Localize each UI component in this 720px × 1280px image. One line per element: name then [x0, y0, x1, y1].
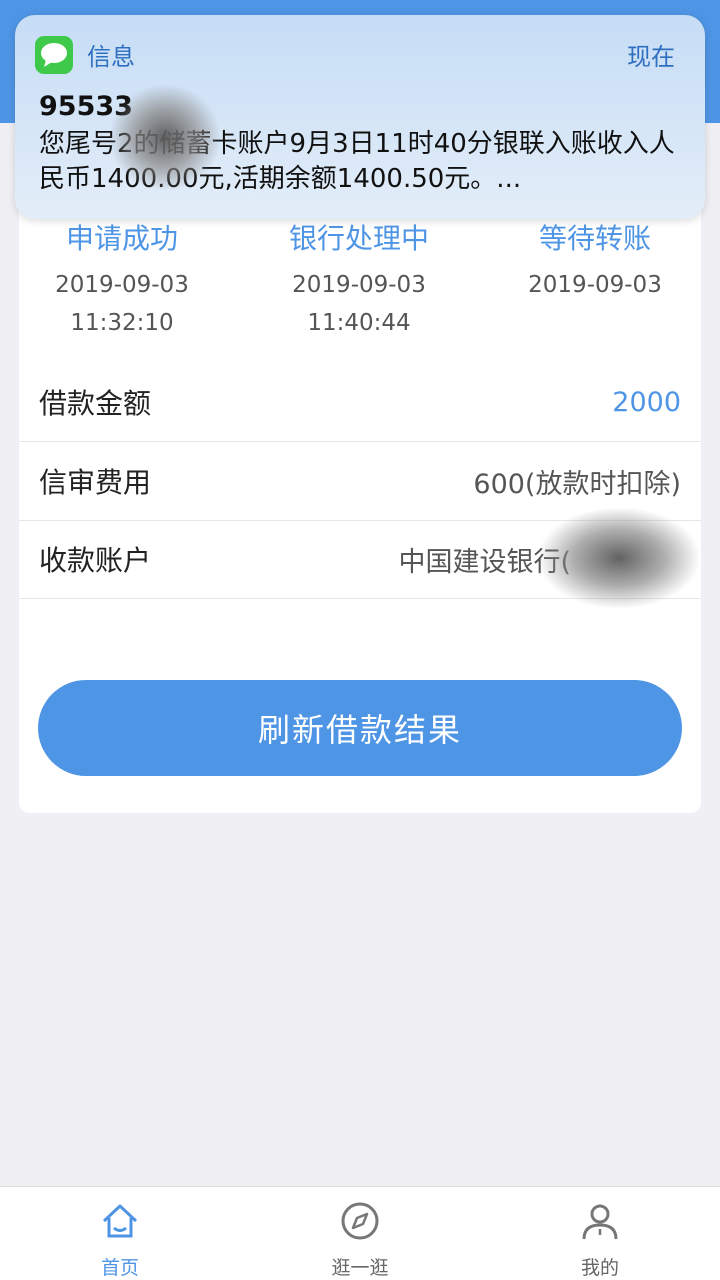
step-date: 2019-09-03: [528, 272, 662, 298]
tab-home[interactable]: 首页: [0, 1187, 240, 1280]
step-time: 11:40:44: [307, 310, 411, 336]
step-date: 2019-09-03: [292, 272, 426, 298]
loan-amount-label: 借款金额: [39, 387, 152, 420]
step-label: 银行处理中: [288, 222, 429, 255]
loan-amount-row: 借款金额 2000: [19, 363, 701, 442]
loan-status-card: 申请成功 2019-09-03 11:32:10 银行处理中 2019-09-0…: [19, 123, 701, 813]
notification-app-name: 信息: [87, 43, 135, 71]
step-time: 11:32:10: [70, 310, 174, 336]
redaction-scribble: [110, 85, 220, 190]
tab-explore[interactable]: 逛一逛: [240, 1187, 480, 1280]
compass-icon: [341, 1202, 379, 1240]
notification-time: 现在: [627, 43, 675, 71]
progress-steps: 申请成功 2019-09-03 11:32:10 银行处理中 2019-09-0…: [19, 218, 701, 348]
redaction-scribble: [539, 508, 699, 608]
account-label: 收款账户: [39, 544, 152, 577]
tab-mine[interactable]: 我的: [480, 1187, 720, 1280]
home-icon: [102, 1204, 138, 1238]
step-bank-processing: 银行处理中 2019-09-03 11:40:44: [241, 218, 477, 342]
refresh-loan-result-button[interactable]: 刷新借款结果: [38, 680, 682, 776]
step-date: 2019-09-03: [55, 272, 189, 298]
messages-app-icon: [35, 36, 73, 74]
tab-label: 首页: [100, 1257, 139, 1279]
fee-label: 信审费用: [39, 466, 152, 499]
sms-notification[interactable]: 信息 现在 95533 您尾号2的储蓄卡账户9月3日11时40分银联入账收入人民…: [15, 15, 705, 219]
step-label: 申请成功: [65, 222, 178, 255]
loan-amount-value: 2000: [612, 386, 681, 418]
tab-label: 逛一逛: [331, 1257, 389, 1279]
step-label: 等待转账: [538, 222, 651, 255]
step-applied: 申请成功 2019-09-03 11:32:10: [4, 218, 240, 342]
bottom-tab-bar: 首页 逛一逛 我的: [0, 1186, 720, 1280]
tab-label: 我的: [580, 1257, 619, 1279]
fee-value: 600(放款时扣除): [473, 468, 681, 500]
step-awaiting-transfer: 等待转账 2019-09-03: [477, 218, 713, 304]
user-icon: [582, 1204, 618, 1240]
